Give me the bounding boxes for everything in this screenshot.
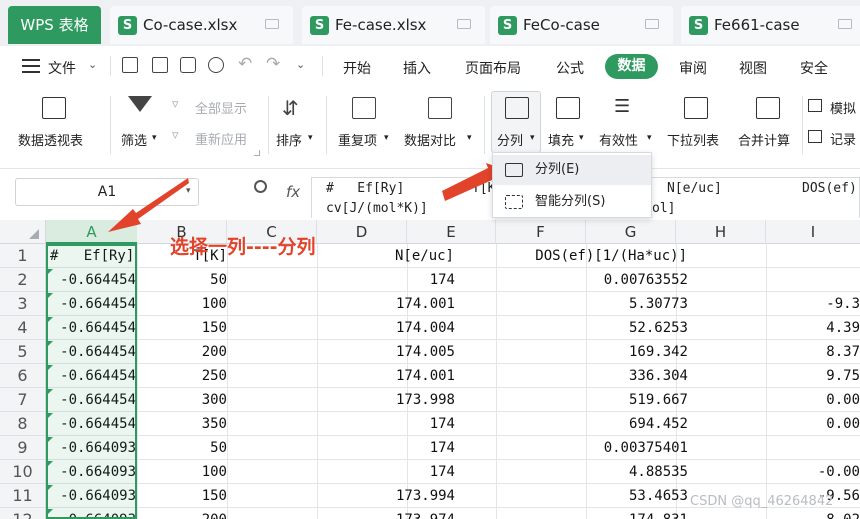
annotation-arrows [108,163,506,232]
arrow-to-column-a [108,178,189,232]
watermark: CSDN @qq_46264842 [690,494,834,509]
menu-item-label: 智能分列(S) [535,194,606,209]
split-columns-icon [505,163,523,177]
smart-split-icon [505,195,523,209]
menu-item-label: 分列(E) [535,162,580,177]
split-dropdown-menu: 分列(E) 智能分列(S) [492,152,652,218]
menu-item-split[interactable]: 分列(E) [493,155,651,185]
menu-item-smart-split[interactable]: 智能分列(S) [493,187,651,217]
